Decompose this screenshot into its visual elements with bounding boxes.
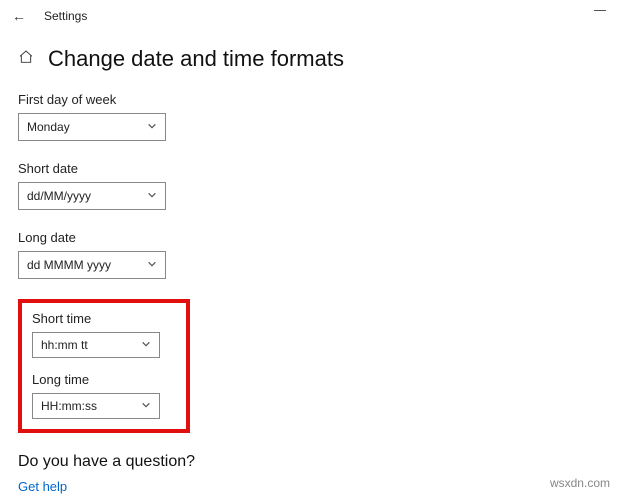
question-heading: Do you have a question?: [18, 453, 602, 471]
select-value: HH:mm:ss: [41, 399, 97, 413]
select-value: hh:mm tt: [41, 338, 88, 352]
long-date-select[interactable]: dd MMMM yyyy: [18, 251, 166, 279]
first-day-of-week-select[interactable]: Monday: [18, 113, 166, 141]
field-label: Short time: [32, 311, 176, 326]
titlebar: ← Settings: [0, 0, 620, 32]
select-value: Monday: [27, 120, 70, 134]
field-first-day-of-week: First day of week Monday: [18, 92, 602, 141]
field-short-date: Short date dd/MM/yyyy: [18, 161, 602, 210]
app-title: Settings: [44, 9, 87, 23]
field-label: Long date: [18, 230, 602, 245]
field-label: First day of week: [18, 92, 602, 107]
select-value: dd/MM/yyyy: [27, 189, 91, 203]
chevron-down-icon: [147, 120, 157, 134]
short-time-select[interactable]: hh:mm tt: [32, 332, 160, 358]
chevron-down-icon: [147, 189, 157, 203]
short-date-select[interactable]: dd/MM/yyyy: [18, 182, 166, 210]
get-help-link[interactable]: Get help: [18, 479, 602, 494]
back-arrow-icon[interactable]: ←: [12, 8, 26, 24]
home-icon[interactable]: [18, 49, 34, 70]
content-area: First day of week Monday Short date dd/M…: [0, 82, 620, 494]
long-time-select[interactable]: HH:mm:ss: [32, 393, 160, 419]
field-long-time: Long time HH:mm:ss: [32, 372, 176, 419]
highlighted-section: Short time hh:mm tt Long time HH:mm:ss: [18, 299, 190, 433]
chevron-down-icon: [141, 338, 151, 352]
field-label: Short date: [18, 161, 602, 176]
watermark: wsxdn.com: [550, 476, 610, 490]
field-short-time: Short time hh:mm tt: [32, 311, 176, 358]
field-long-date: Long date dd MMMM yyyy: [18, 230, 602, 279]
page-title: Change date and time formats: [48, 46, 344, 72]
field-label: Long time: [32, 372, 176, 387]
minimize-icon[interactable]: [594, 10, 606, 11]
select-value: dd MMMM yyyy: [27, 258, 111, 272]
chevron-down-icon: [141, 399, 151, 413]
chevron-down-icon: [147, 258, 157, 272]
page-header: Change date and time formats: [0, 32, 620, 82]
